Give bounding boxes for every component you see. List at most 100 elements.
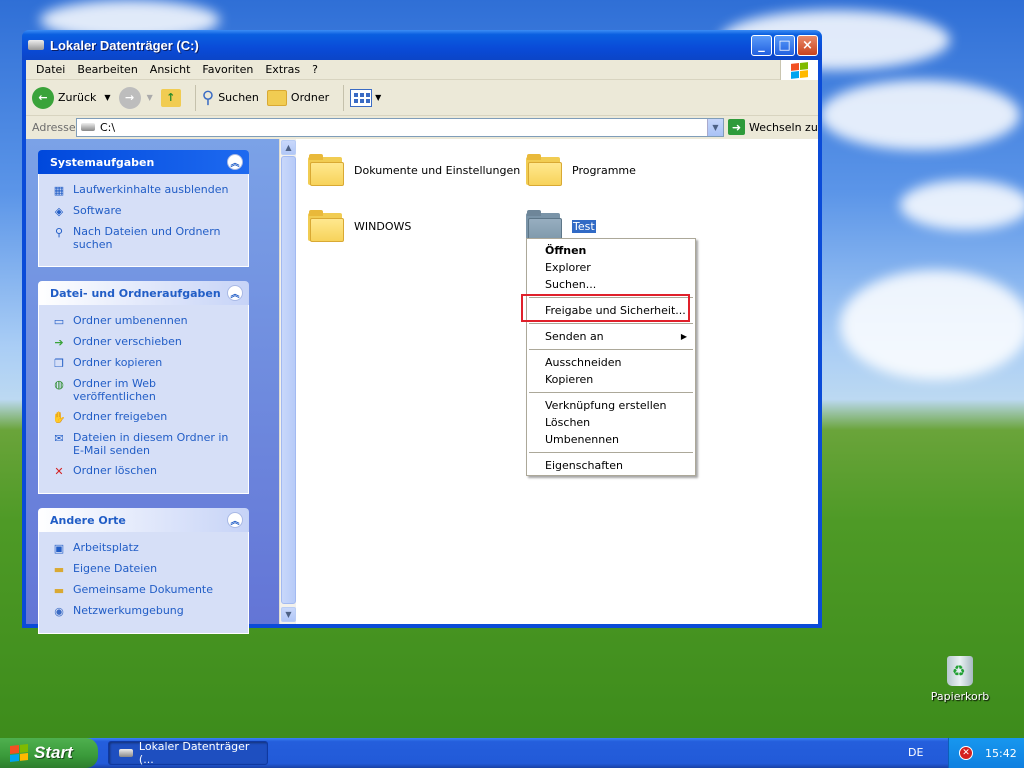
share-icon: ✋ (52, 410, 66, 424)
folder-item[interactable]: Programme (526, 153, 636, 187)
folder-item[interactable]: Dokumente und Einstellungen (308, 153, 520, 187)
collapse-chevron-icon[interactable]: ︽ (227, 285, 243, 301)
task-software[interactable]: ◈ Software (51, 204, 240, 218)
menu-bearbeiten[interactable]: Bearbeiten (71, 63, 143, 76)
ctx-rename[interactable]: Umbenennen (527, 431, 695, 448)
drive-contents-icon: ▦ (53, 183, 65, 197)
panel-header[interactable]: Systemaufgaben ︽ (38, 150, 249, 174)
back-button[interactable]: ← Zurück ▼ (32, 86, 111, 109)
task-email-files[interactable]: ✉ Dateien in diesem Ordner in E-Mail send… (51, 431, 240, 457)
chevron-down-icon[interactable]: ▼ (104, 93, 110, 102)
panel-other-places: Andere Orte ︽ ▣ Arbeitsplatz ▬ Eigene Date… (38, 508, 249, 634)
cloud (840, 270, 1024, 380)
folder-icon (526, 153, 562, 187)
drive-icon (119, 749, 133, 757)
menu-ansicht[interactable]: Ansicht (144, 63, 197, 76)
go-button[interactable]: ➜ Wechseln zu (728, 119, 818, 135)
menu-favoriten[interactable]: Favoriten (196, 63, 259, 76)
ctx-delete[interactable]: Löschen (527, 414, 695, 431)
address-label: Adresse (32, 120, 76, 134)
task-publish-web[interactable]: ◍ Ordner im Web veröffentlichen (51, 377, 240, 403)
folder-label: Test (572, 219, 596, 233)
task-copy-folder[interactable]: ❐ Ordner kopieren (51, 356, 240, 370)
delete-x-icon: ✕ (54, 464, 64, 478)
vertical-scrollbar[interactable]: ▲ ▼ (279, 139, 296, 624)
maximize-button[interactable]: □ (774, 34, 795, 56)
task-move-folder[interactable]: ➔ Ordner verschieben (51, 335, 240, 349)
cloud (820, 80, 1020, 150)
minimize-button[interactable]: _ (751, 34, 772, 56)
folder-icon (308, 153, 344, 187)
title-bar[interactable]: Lokaler Datenträger (C:) _ □ × (22, 30, 822, 60)
computer-icon: ▣ (53, 541, 65, 555)
menu-separator (529, 349, 693, 350)
submenu-arrow-icon: ▶ (680, 332, 687, 341)
close-button[interactable]: × (797, 34, 818, 56)
place-network[interactable]: ◉ Netzwerkumgebung (51, 604, 240, 618)
views-grid-icon (350, 88, 373, 107)
move-icon: ➔ (54, 335, 64, 349)
ctx-copy[interactable]: Kopieren (527, 371, 695, 388)
ctx-create-shortcut[interactable]: Verknüpfung erstellen (527, 397, 695, 414)
shared-folder-icon: ▬ (53, 583, 65, 597)
search-button[interactable]: ⚲ Suchen (202, 88, 259, 108)
panel-body: ▣ Arbeitsplatz ▬ Eigene Dateien ▬ Gemeinsam… (38, 532, 249, 634)
scroll-up-icon[interactable]: ▲ (281, 140, 296, 155)
language-indicator[interactable]: DE (908, 746, 923, 759)
views-button[interactable]: ▼ (350, 88, 381, 107)
panel-body: ▭ Ordner umbenennen ➔ Ordner verschieben ❐… (38, 305, 249, 494)
drive-icon (81, 123, 95, 131)
folders-button[interactable]: Ordner (266, 89, 329, 106)
forward-button[interactable]: → ▼ (118, 86, 153, 109)
task-rename-folder[interactable]: ▭ Ordner umbenennen (51, 314, 240, 328)
highlight-box (521, 294, 690, 322)
menu-datei[interactable]: Datei (30, 63, 71, 76)
address-dropdown-icon[interactable]: ▼ (707, 118, 723, 136)
panel-header[interactable]: Andere Orte ︽ (38, 508, 249, 532)
start-button[interactable]: Start (0, 738, 98, 768)
task-pane: Systemaufgaben ︽ ▦ Laufwerkinhalte ausble… (26, 139, 279, 634)
collapse-chevron-icon[interactable]: ︽ (227, 512, 243, 528)
place-my-documents[interactable]: ▬ Eigene Dateien (51, 562, 240, 576)
drive-icon (28, 40, 44, 50)
up-folder-button[interactable]: ↑ (160, 88, 181, 107)
search-icon: ⚲ (54, 225, 64, 239)
ctx-open[interactable]: Öffnen (527, 242, 695, 259)
menu-bar: Datei Bearbeiten Ansicht Favoriten Extra… (26, 60, 818, 80)
ctx-properties[interactable]: Eigenschaften (527, 457, 695, 474)
scroll-thumb[interactable] (281, 156, 296, 604)
recycle-bin[interactable]: Papierkorb (930, 656, 990, 703)
folder-up-icon: ↑ (160, 88, 181, 107)
documents-folder-icon: ▬ (53, 562, 65, 576)
ctx-explorer[interactable]: Explorer (527, 259, 695, 276)
menu-separator (529, 392, 693, 393)
panel-file-tasks: Datei- und Ordneraufgaben ︽ ▭ Ordner umbe… (38, 281, 249, 494)
folder-label: Dokumente und Einstellungen (354, 163, 521, 177)
toolbar-separator (343, 84, 345, 111)
place-my-computer[interactable]: ▣ Arbeitsplatz (51, 541, 240, 555)
taskbar-window-button[interactable]: Lokaler Datenträger (... (108, 740, 268, 766)
address-value: C:\ (100, 120, 116, 134)
collapse-chevron-icon[interactable]: ︽ (227, 154, 243, 170)
task-delete-folder[interactable]: ✕ Ordner löschen (51, 464, 240, 478)
ctx-send-to[interactable]: Senden an ▶ (527, 328, 695, 345)
address-bar: Adresse C:\ ▼ ➜ Wechseln zu (26, 116, 818, 138)
ctx-cut[interactable]: Ausschneiden (527, 354, 695, 371)
panel-header[interactable]: Datei- und Ordneraufgaben ︽ (38, 281, 249, 305)
task-share-folder[interactable]: ✋ Ordner freigeben (51, 410, 240, 424)
task-search-files[interactable]: ⚲ Nach Dateien und Ordnern suchen (51, 225, 240, 251)
scroll-down-icon[interactable]: ▼ (281, 607, 296, 622)
security-alert-icon[interactable]: ✕ (959, 746, 973, 760)
folder-item[interactable]: WINDOWS (308, 209, 411, 243)
place-shared-documents[interactable]: ▬ Gemeinsame Dokumente (51, 583, 240, 597)
task-hide-drive-contents[interactable]: ▦ Laufwerkinhalte ausblenden (51, 183, 240, 197)
menu-help[interactable]: ? (306, 63, 324, 76)
rename-icon: ▭ (53, 314, 65, 328)
window-client: Datei Bearbeiten Ansicht Favoriten Extra… (26, 60, 818, 634)
windows-flag-icon (10, 744, 28, 762)
chevron-down-icon: ▼ (146, 93, 153, 102)
address-input[interactable]: C:\ ▼ (76, 117, 724, 137)
menu-extras[interactable]: Extras (259, 63, 306, 76)
globe-icon: ◍ (54, 377, 64, 391)
ctx-search[interactable]: Suchen... (527, 276, 695, 293)
